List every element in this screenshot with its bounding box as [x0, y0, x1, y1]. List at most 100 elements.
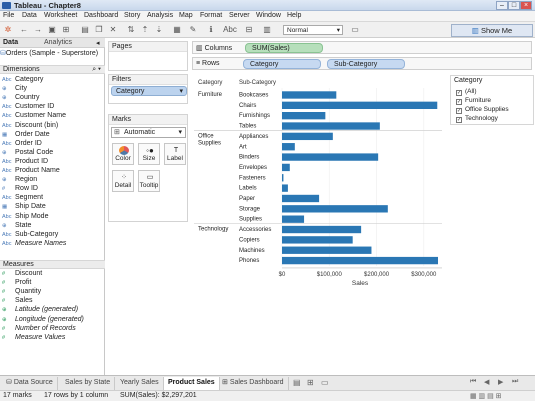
minimize-button[interactable]: – [496, 1, 508, 10]
label-abc-icon[interactable]: Abc [222, 25, 238, 35]
field-item[interactable]: # Discount [2, 269, 42, 278]
rows-pill-sub-category[interactable]: Sub-Category [327, 59, 405, 69]
new-story-icon[interactable]: ▭ [321, 378, 329, 387]
menu-window[interactable]: Window [256, 12, 281, 19]
columns-shelf[interactable]: ▥ Columns SUM(Sales) [192, 41, 532, 54]
menu-help[interactable]: Help [287, 12, 301, 19]
detail-button[interactable]: ⁘ Detail [112, 170, 134, 192]
field-item[interactable]: Abc Measure Names [2, 239, 66, 248]
clear-sheet-icon[interactable]: ✕ [108, 25, 118, 35]
menu-server[interactable]: Server [229, 12, 250, 19]
field-item[interactable]: Abc Category [2, 75, 43, 84]
datasource-item[interactable]: ⛁Orders (Sample - Superstore) [0, 49, 105, 59]
legend-item-office-supplies[interactable]: ✓ Office Supplies [456, 106, 509, 114]
first-sheet-icon[interactable]: ⏮ [470, 378, 476, 386]
filter-pill-category[interactable]: Category ▾ [111, 86, 187, 96]
size-button[interactable]: ◦● Size [138, 143, 160, 165]
mark-type-select[interactable]: ⊞ Automatic ▾ [111, 127, 186, 138]
tab-data-source[interactable]: ⛁ Data Source [2, 377, 58, 390]
field-item[interactable]: ⊕ City [2, 84, 27, 93]
field-item[interactable]: Abc Sub-Category [2, 230, 58, 239]
legend-item-all[interactable]: ✓ (All) [456, 88, 477, 96]
field-item[interactable]: Abc Product Name [2, 166, 60, 175]
close-button[interactable]: × [520, 1, 532, 10]
field-item[interactable]: Abc Ship Mode [2, 212, 48, 221]
tab-sales-dashboard[interactable]: ⊞ Sales Dashboard [218, 377, 289, 390]
field-item[interactable]: Abc Order ID [2, 139, 42, 148]
tooltip-button[interactable]: ▭ Tooltip [138, 170, 160, 192]
add-datasource-icon[interactable]: ⊞ [61, 25, 71, 35]
menu-story[interactable]: Story [124, 12, 140, 19]
sheet-tabs-bar: ⛁ Data Source Sales by State Yearly Sale… [0, 375, 535, 390]
search-icon[interactable]: ⌕ ▾ [92, 66, 101, 74]
label-icon: T [173, 147, 179, 154]
field-item[interactable]: Abc Customer ID [2, 102, 54, 111]
new-dashboard-icon[interactable]: ⊞ [307, 378, 314, 387]
field-item[interactable]: # Quantity [2, 287, 41, 296]
fix-axes-icon[interactable]: ⊟ [244, 25, 254, 35]
field-item[interactable]: ▦ Order Date [2, 130, 50, 139]
menu-analysis[interactable]: Analysis [147, 12, 173, 19]
tableau-logo-icon[interactable]: ✲ [3, 25, 13, 35]
new-sheet-icon[interactable]: ▤ [80, 25, 90, 35]
field-name: Postal Code [15, 148, 54, 156]
menu-data[interactable]: Data [22, 12, 37, 19]
menu-file[interactable]: File [3, 12, 14, 19]
database-icon: ⛁ [6, 379, 14, 386]
rows-shelf[interactable]: ≡ Rows Category Sub-Category [192, 57, 532, 70]
back-icon[interactable]: ← [19, 25, 29, 35]
label-button[interactable]: T Label [164, 143, 186, 165]
highlight-icon[interactable]: ✎ [188, 25, 198, 35]
prev-sheet-icon[interactable]: ◀ [484, 378, 489, 386]
field-item[interactable]: # Row ID [2, 184, 38, 193]
new-sheet-icon[interactable]: ▤ [293, 378, 301, 387]
next-sheet-icon[interactable]: ▶ [498, 378, 503, 386]
swap-icon[interactable]: ⇅ [126, 25, 136, 35]
tab-product-sales[interactable]: Product Sales [164, 377, 220, 390]
field-item[interactable]: Abc Segment [2, 193, 43, 202]
field-item[interactable]: # Profit [2, 278, 31, 287]
menu-dashboard[interactable]: Dashboard [84, 12, 118, 19]
group-icon[interactable]: ▦ [172, 25, 182, 35]
forward-icon[interactable]: → [33, 25, 43, 35]
maximize-button[interactable]: □ [508, 1, 520, 10]
field-item[interactable]: ▦ Ship Date [2, 202, 46, 211]
menu-map[interactable]: Map [179, 12, 193, 19]
show-me-button[interactable]: ▥ Show Me [451, 24, 533, 37]
field-item[interactable]: ⊕ Latitude (generated) [2, 305, 78, 314]
field-item[interactable]: # Measure Values [2, 333, 65, 342]
tab-analytics[interactable]: Analytics [44, 39, 72, 46]
duplicate-sheet-icon[interactable]: ❐ [94, 25, 104, 35]
field-item[interactable]: # Sales [2, 296, 33, 305]
tab-yearly-sales[interactable]: Yearly Sales [116, 377, 164, 390]
field-item[interactable]: ⊕ Longitude (generated) [2, 315, 84, 324]
sort-descending-icon[interactable]: ⇣ [154, 25, 164, 35]
rows-pill-category[interactable]: Category [243, 59, 321, 69]
field-item[interactable]: ⊕ Postal Code [2, 148, 53, 157]
field-item[interactable]: ⊕ State [2, 221, 31, 230]
legend-item-furniture[interactable]: ✓ Furniture [456, 97, 491, 105]
tab-sales-by-state[interactable]: Sales by State [61, 377, 116, 390]
presentation-icon[interactable]: ▭ [350, 25, 360, 35]
columns-pill-sum-sales[interactable]: SUM(Sales) [245, 43, 323, 53]
save-icon[interactable]: ▣ [47, 25, 57, 35]
field-item[interactable]: ⊕ Country [2, 93, 40, 102]
view-toggle-icons[interactable]: ▦ ▥ ▤ ⊞ [470, 392, 502, 400]
last-sheet-icon[interactable]: ⏭ [512, 378, 518, 386]
field-item[interactable]: ⊕ Region [2, 175, 37, 184]
fit-icon[interactable]: ▥ [262, 25, 272, 35]
field-item[interactable]: Abc Product ID [2, 157, 48, 166]
tab-data[interactable]: Data [3, 39, 18, 46]
field-item[interactable]: # Number of Records [2, 324, 76, 333]
field-item[interactable]: Abc Discount (bin) [2, 121, 58, 130]
color-button[interactable]: Color [112, 143, 134, 165]
fit-select[interactable]: Normal ▾ [283, 25, 343, 35]
field-item[interactable]: Abc Customer Name [2, 111, 66, 120]
menu-worksheet[interactable]: Worksheet [44, 12, 77, 19]
show-labels-icon[interactable]: ℹ [206, 25, 216, 35]
menu-format[interactable]: Format [200, 12, 222, 19]
legend-item-technology[interactable]: ✓ Technology [456, 115, 498, 123]
mark-type-icon: ⊞ [114, 129, 120, 136]
collapse-icon[interactable]: ◂ [96, 39, 100, 47]
sort-ascending-icon[interactable]: ⇡ [140, 25, 150, 35]
